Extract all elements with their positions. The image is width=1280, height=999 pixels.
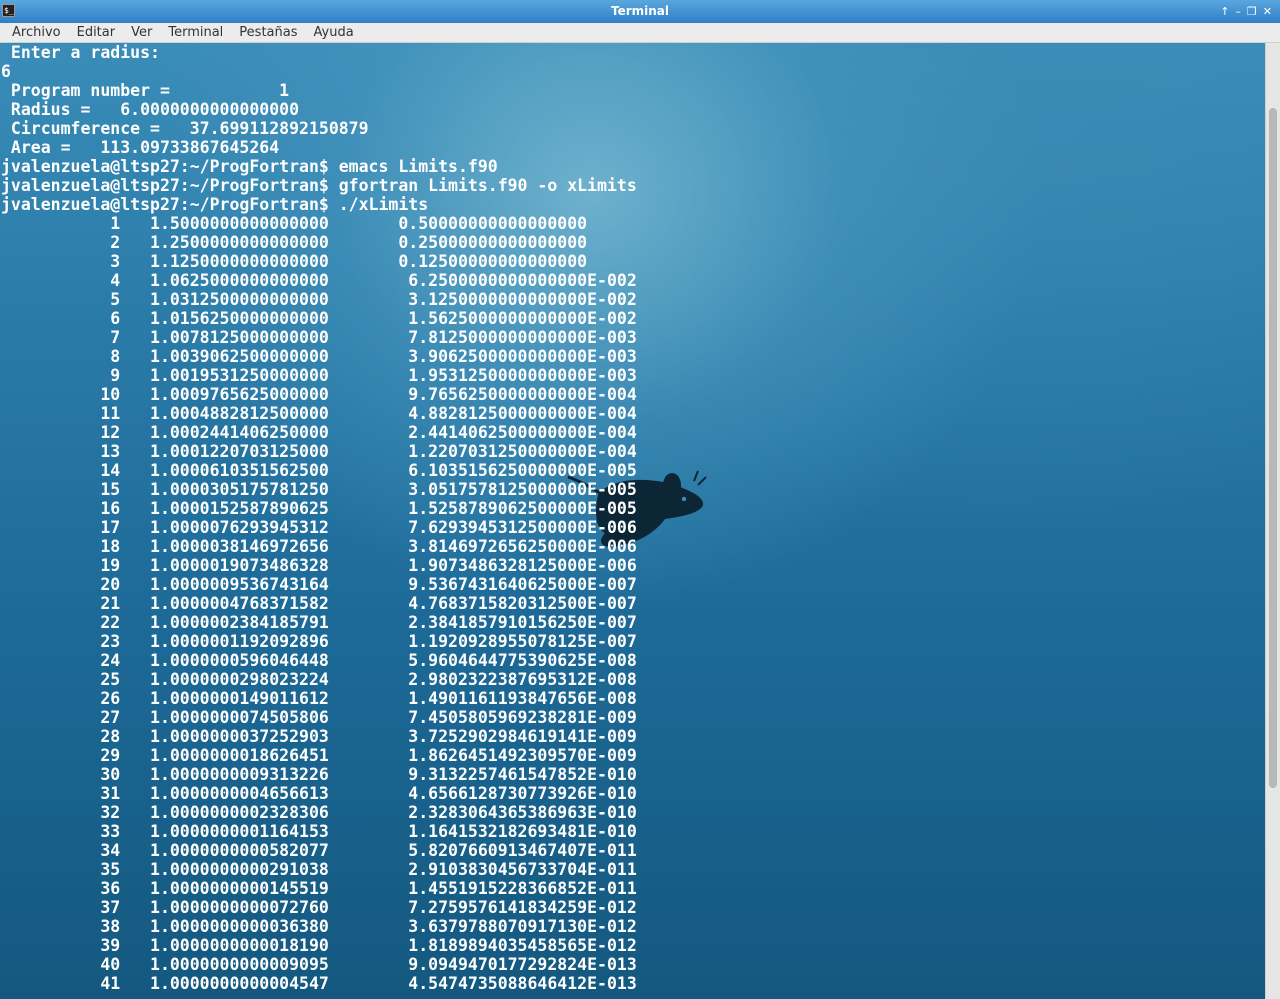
close-icon[interactable]: ✕ bbox=[1263, 0, 1272, 23]
menu-terminal[interactable]: Terminal bbox=[160, 23, 231, 42]
terminal-line: 5 1.0312500000000000 3.1250000000000000E… bbox=[1, 290, 637, 309]
scrollbar-thumb[interactable] bbox=[1269, 108, 1277, 788]
terminal-line: 17 1.0000076293945312 7.6293945312500000… bbox=[1, 518, 637, 537]
menu-archivo[interactable]: Archivo bbox=[4, 23, 69, 42]
menubar: Archivo Editar Ver Terminal Pestañas Ayu… bbox=[0, 23, 1280, 43]
terminal-line: 3 1.1250000000000000 0.12500000000000000 bbox=[1, 252, 637, 271]
terminal-output: Enter a radius: 6 Program number = 1 Radi… bbox=[1, 43, 637, 993]
minimize-icon[interactable]: – bbox=[1235, 0, 1241, 23]
terminal-line: jvalenzuela@ltsp27:~/ProgFortran$ emacs … bbox=[1, 157, 498, 176]
terminal-line: 32 1.0000000002328306 2.3283064365386963… bbox=[1, 803, 637, 822]
terminal-line: 41 1.0000000000004547 4.5474735088646412… bbox=[1, 974, 637, 993]
terminal-line: 15 1.0000305175781250 3.0517578125000000… bbox=[1, 480, 637, 499]
terminal-line: 20 1.0000009536743164 9.5367431640625000… bbox=[1, 575, 637, 594]
terminal-line: 39 1.0000000000018190 1.8189894035458565… bbox=[1, 936, 637, 955]
terminal-line: 35 1.0000000000291038 2.9103830456733704… bbox=[1, 860, 637, 879]
terminal-line: 28 1.0000000037252903 3.7252902984619141… bbox=[1, 727, 637, 746]
terminal-line: 16 1.0000152587890625 1.5258789062500000… bbox=[1, 499, 637, 518]
terminal-line: Circumference = 37.699112892150879 bbox=[1, 119, 419, 138]
terminal-line: 33 1.0000000001164153 1.1641532182693481… bbox=[1, 822, 637, 841]
terminal-line: 18 1.0000038146972656 3.8146972656250000… bbox=[1, 537, 637, 556]
restore-icon[interactable]: ❐ bbox=[1247, 0, 1257, 23]
terminal-line: 6 1.0156250000000000 1.5625000000000000E… bbox=[1, 309, 637, 328]
terminal-line: 1 1.5000000000000000 0.50000000000000000 bbox=[1, 214, 637, 233]
menu-ver[interactable]: Ver bbox=[123, 23, 160, 42]
terminal-line: Area = 113.09733867645264 bbox=[1, 138, 329, 157]
window-controls: ↑ – ❐ ✕ bbox=[1220, 0, 1272, 23]
terminal-line: 9 1.0019531250000000 1.9531250000000000E… bbox=[1, 366, 637, 385]
terminal-line: 14 1.0000610351562500 6.1035156250000000… bbox=[1, 461, 637, 480]
menu-pestanas[interactable]: Pestañas bbox=[231, 23, 305, 42]
terminal-line: 31 1.0000000004656613 4.6566128730773926… bbox=[1, 784, 637, 803]
terminal-line: 6 bbox=[1, 62, 11, 81]
terminal-line: 38 1.0000000000036380 3.6379788070917130… bbox=[1, 917, 637, 936]
menu-ayuda[interactable]: Ayuda bbox=[306, 23, 362, 42]
terminal-line: 19 1.0000019073486328 1.9073486328125000… bbox=[1, 556, 637, 575]
window-title: Terminal bbox=[610, 4, 670, 18]
terminal-line: 4 1.0625000000000000 6.2500000000000000E… bbox=[1, 271, 637, 290]
terminal-line: 36 1.0000000000145519 1.4551915228366852… bbox=[1, 879, 637, 898]
terminal-line: 22 1.0000002384185791 2.3841857910156250… bbox=[1, 613, 637, 632]
window-titlebar[interactable]: $_ Terminal ↑ – ❐ ✕ bbox=[0, 0, 1280, 23]
terminal-line: 27 1.0000000074505806 7.4505805969238281… bbox=[1, 708, 637, 727]
terminal-line: 11 1.0004882812500000 4.8828125000000000… bbox=[1, 404, 637, 423]
terminal-line: 10 1.0009765625000000 9.7656250000000000… bbox=[1, 385, 637, 404]
terminal-line: 40 1.0000000000009095 9.0949470177292824… bbox=[1, 955, 637, 974]
menu-editar[interactable]: Editar bbox=[69, 23, 124, 42]
terminal-line: Radius = 6.0000000000000000 bbox=[1, 100, 349, 119]
terminal-line: 24 1.0000000596046448 5.9604644775390625… bbox=[1, 651, 637, 670]
terminal-line: 12 1.0002441406250000 2.4414062500000000… bbox=[1, 423, 637, 442]
terminal-line: 34 1.0000000000582077 5.8207660913467407… bbox=[1, 841, 637, 860]
terminal-line: jvalenzuela@ltsp27:~/ProgFortran$ gfortr… bbox=[1, 176, 637, 195]
terminal-line: 13 1.0001220703125000 1.2207031250000000… bbox=[1, 442, 637, 461]
terminal-line: jvalenzuela@ltsp27:~/ProgFortran$ ./xLim… bbox=[1, 195, 429, 214]
terminal-area[interactable]: Enter a radius: 6 Program number = 1 Radi… bbox=[0, 43, 1265, 999]
terminal-line: 2 1.2500000000000000 0.25000000000000000 bbox=[1, 233, 637, 252]
up-arrow-icon[interactable]: ↑ bbox=[1220, 0, 1229, 23]
terminal-line: 30 1.0000000009313226 9.3132257461547852… bbox=[1, 765, 637, 784]
terminal-line: 7 1.0078125000000000 7.8125000000000000E… bbox=[1, 328, 637, 347]
terminal-line: Enter a radius: bbox=[1, 43, 160, 62]
vertical-scrollbar[interactable] bbox=[1265, 43, 1280, 999]
terminal-line: 37 1.0000000000072760 7.2759576141834259… bbox=[1, 898, 637, 917]
terminal-line: 29 1.0000000018626451 1.8626451492309570… bbox=[1, 746, 637, 765]
terminal-line: 8 1.0039062500000000 3.9062500000000000E… bbox=[1, 347, 637, 366]
terminal-line: 21 1.0000004768371582 4.7683715820312500… bbox=[1, 594, 637, 613]
terminal-line: 23 1.0000001192092896 1.1920928955078125… bbox=[1, 632, 637, 651]
terminal-line: 25 1.0000000298023224 2.9802322387695312… bbox=[1, 670, 637, 689]
terminal-line: Program number = 1 bbox=[1, 81, 290, 100]
terminal-line: 26 1.0000000149011612 1.4901161193847656… bbox=[1, 689, 637, 708]
